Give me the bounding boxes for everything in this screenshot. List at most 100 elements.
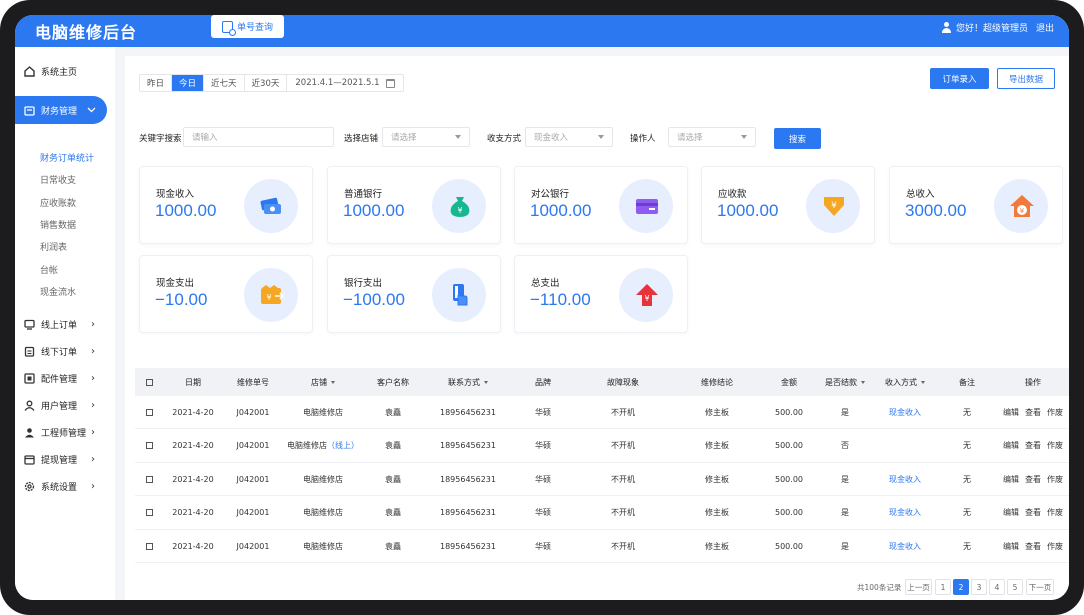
view-link[interactable]: 查看 [1025, 541, 1041, 552]
money-bag-icon: ¥ [450, 197, 470, 217]
col-income-method[interactable]: 收入方式 [873, 368, 937, 396]
void-link[interactable]: 作废 [1047, 474, 1063, 485]
operator-select[interactable]: 请选择 [668, 127, 756, 147]
income-method-link[interactable]: 现金收入 [889, 407, 921, 418]
col-phone[interactable]: 联系方式 [423, 368, 513, 396]
stat-card-total-expense: 总支出 −110.00 ¥ [514, 255, 688, 333]
sidebar-item-online-orders[interactable]: 线上订单 › [15, 314, 115, 334]
void-link[interactable]: 作废 [1047, 507, 1063, 518]
store-name: 电脑维修店 [303, 407, 343, 417]
sidebar-item-settings[interactable]: 系统设置 › [15, 476, 115, 496]
sidebar-item-home[interactable]: 系统主页 [15, 61, 115, 81]
sidebar-sub-finance-orders[interactable]: 财务订单统计 [40, 151, 94, 164]
app-screen: 电脑维修后台 单号查询 您好！超级管理员 退出 系统主页 财务管理 财务订单统计… [15, 15, 1069, 600]
prev-page-button[interactable]: 上一页 [905, 579, 932, 595]
cell-income-method[interactable]: 现金收入 [873, 463, 937, 495]
cell-note: 无 [963, 441, 971, 451]
order-entry-button[interactable]: 订单录入 [930, 68, 989, 89]
user-greeting[interactable]: 您好！超级管理员 [941, 21, 1028, 34]
checkbox-icon [145, 442, 153, 450]
sidebar-item-label: 提现管理 [41, 455, 78, 466]
sidebar-item-engineers[interactable]: 工程师管理 › [15, 422, 115, 442]
top-bar: 电脑维修后台 单号查询 您好！超级管理员 退出 [15, 15, 1069, 47]
sidebar-item-label: 系统主页 [41, 67, 78, 78]
edit-link[interactable]: 编辑 [1003, 407, 1019, 418]
row-checkbox[interactable] [135, 530, 163, 562]
page-button-5[interactable]: 5 [1007, 579, 1023, 595]
income-method-link[interactable]: 现金收入 [889, 541, 921, 552]
svg-text:¥: ¥ [1020, 207, 1025, 215]
sidebar-item-users[interactable]: 用户管理 › [15, 395, 115, 415]
keyword-input[interactable]: 请输入 [183, 127, 334, 147]
cell-amount: 500.00 [775, 407, 803, 417]
income-method-link[interactable]: 现金收入 [889, 474, 921, 485]
sidebar-sub-ledger[interactable]: 台帐 [40, 263, 58, 276]
view-link[interactable]: 查看 [1025, 440, 1041, 451]
tab-today[interactable]: 今日 [172, 75, 205, 91]
order-query-label: 单号查询 [236, 23, 273, 33]
export-data-button[interactable]: 导出数据 [997, 68, 1055, 89]
wallet-out-icon: ¥ [261, 285, 285, 304]
sidebar-item-withdraw[interactable]: 提现管理 › [15, 449, 115, 469]
parts-icon [24, 373, 35, 384]
search-button[interactable]: 搜索 [774, 128, 821, 149]
next-page-button[interactable]: 下一页 [1026, 579, 1054, 595]
method-select[interactable]: 现金收入 [525, 127, 613, 147]
col-customer: 客户名称 [377, 377, 409, 387]
sidebar-item-parts[interactable]: 配件管理 › [15, 368, 115, 388]
sidebar-sub-profit[interactable]: 利润表 [40, 240, 67, 253]
cell-income-method[interactable]: 现金收入 [873, 396, 937, 428]
tab-yesterday[interactable]: 昨日 [140, 75, 173, 91]
sidebar-sub-cashflow[interactable]: 现金流水 [40, 285, 76, 298]
page-button-4[interactable]: 4 [989, 579, 1005, 595]
col-settled[interactable]: 是否结款 [817, 368, 873, 396]
date-range-picker[interactable]: 2021.4.1—2021.5.1 [287, 75, 402, 91]
cell-income-method[interactable]: 现金收入 [873, 530, 937, 562]
cell-income-method[interactable]: 现金收入 [873, 497, 937, 529]
cell-phone: 18956456231 [440, 407, 496, 417]
edit-link[interactable]: 编辑 [1003, 541, 1019, 552]
stat-title: 总收入 [906, 189, 935, 200]
page-button-2[interactable]: 2 [953, 579, 969, 595]
sidebar-sub-sales[interactable]: 销售数据 [40, 218, 76, 231]
sort-caret-icon [331, 380, 335, 384]
row-checkbox[interactable] [135, 497, 163, 529]
select-all-checkbox[interactable] [135, 368, 163, 396]
sidebar-item-offline-orders[interactable]: 线下订单 › [15, 341, 115, 361]
view-link[interactable]: 查看 [1025, 407, 1041, 418]
void-link[interactable]: 作废 [1047, 407, 1063, 418]
void-link[interactable]: 作废 [1047, 440, 1063, 451]
cell-fault: 不开机 [611, 541, 635, 551]
user-icon [941, 22, 952, 33]
void-link[interactable]: 作废 [1047, 541, 1063, 552]
sidebar-sub-daily[interactable]: 日常收支 [40, 173, 76, 186]
col-store[interactable]: 店铺 [283, 368, 363, 396]
stat-value: −10.00 [155, 290, 208, 309]
brand-title: 电脑维修后台 [35, 23, 138, 42]
row-checkbox[interactable] [135, 396, 163, 428]
tab-last-30-days[interactable]: 近30天 [245, 75, 288, 91]
page-button-1[interactable]: 1 [935, 579, 951, 595]
tab-last-7-days[interactable]: 近七天 [204, 75, 245, 91]
edit-link[interactable]: 编辑 [1003, 507, 1019, 518]
sidebar-sub-receivable[interactable]: 应收账款 [40, 196, 76, 209]
col-date: 日期 [185, 377, 201, 387]
page-button-3[interactable]: 3 [971, 579, 987, 595]
income-method-link[interactable]: 现金收入 [889, 507, 921, 518]
cell-store: 电脑维修店 [283, 396, 363, 428]
view-link[interactable]: 查看 [1025, 507, 1041, 518]
cell-store: 电脑维修店 [283, 463, 363, 495]
edit-link[interactable]: 编辑 [1003, 474, 1019, 485]
row-checkbox[interactable] [135, 430, 163, 462]
cell-date: 2021-4-20 [172, 541, 214, 551]
sidebar-item-finance[interactable]: 财务管理 [15, 96, 107, 124]
view-link[interactable]: 查看 [1025, 474, 1041, 485]
edit-link[interactable]: 编辑 [1003, 440, 1019, 451]
row-checkbox[interactable] [135, 463, 163, 495]
stat-value: 1000.00 [530, 201, 592, 220]
cell-settled: 否 [841, 441, 849, 451]
order-query-button[interactable]: 单号查询 [211, 15, 284, 38]
logout-link[interactable]: 退出 [1036, 21, 1054, 34]
keyword-placeholder: 请输入 [192, 133, 218, 143]
store-select[interactable]: 请选择 [382, 127, 470, 147]
